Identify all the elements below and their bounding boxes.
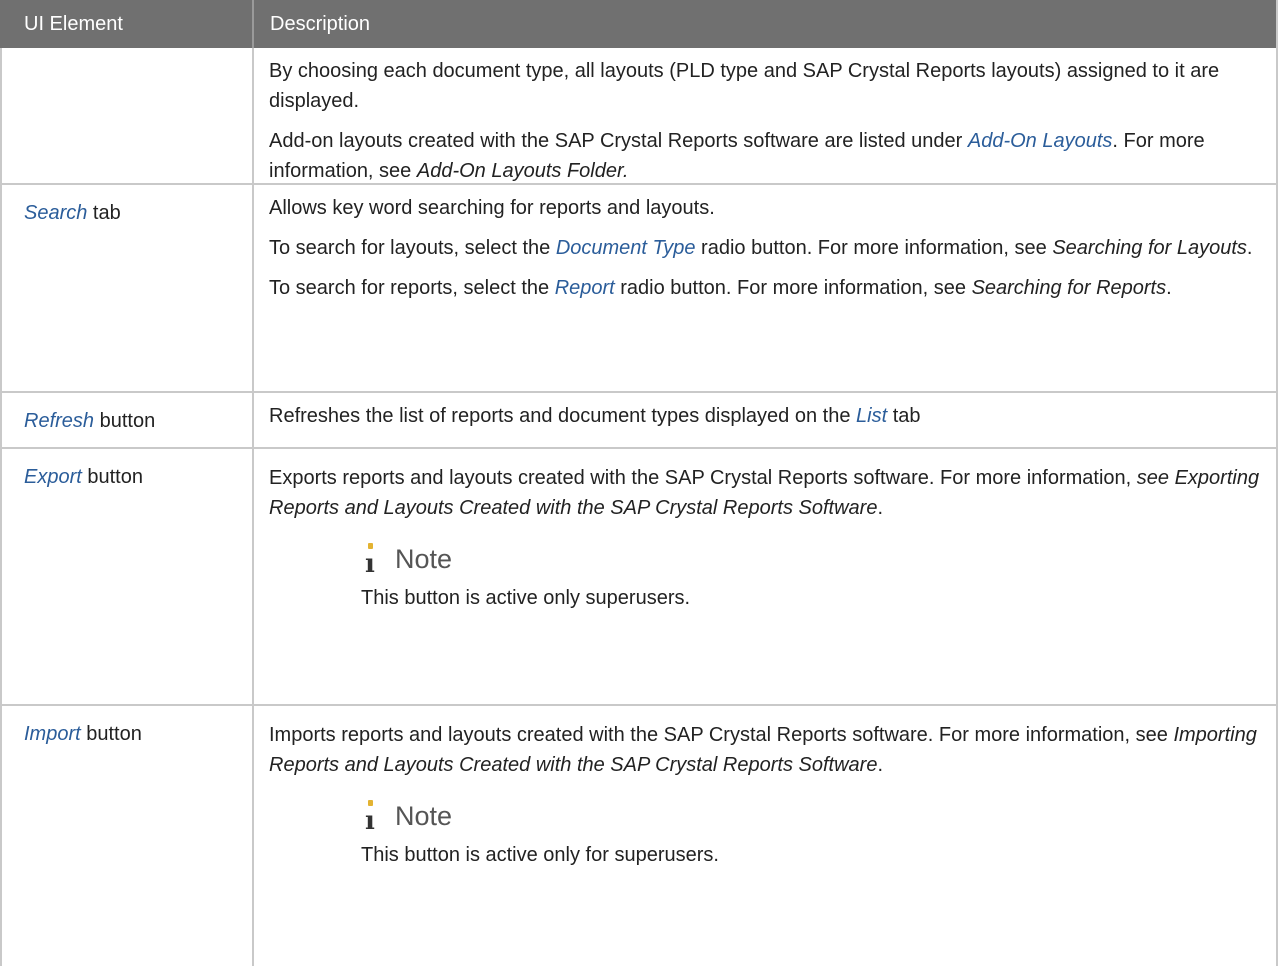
note-title: Note bbox=[395, 544, 453, 574]
table-header: UI Element Description bbox=[0, 0, 1276, 48]
description-text: To search for reports, select the Report… bbox=[269, 277, 1172, 299]
ui-element-cell: Search tab bbox=[0, 185, 254, 391]
report-link[interactable]: Report bbox=[555, 277, 615, 299]
table-row: Import button Imports reports and layout… bbox=[0, 706, 1276, 966]
export-button-link[interactable]: Export bbox=[24, 466, 82, 488]
ui-element-cell: Import button bbox=[0, 706, 254, 966]
table-row: Export button Exports reports and layout… bbox=[0, 449, 1276, 706]
note-text: This button is active only for superuser… bbox=[361, 844, 719, 866]
table-row: Refresh button Refreshes the list of rep… bbox=[0, 393, 1276, 449]
description-cell: Refreshes the list of reports and docume… bbox=[254, 393, 1276, 447]
table-row: Search tab Allows key word searching for… bbox=[0, 185, 1276, 393]
search-tab-link[interactable]: Search bbox=[24, 202, 87, 224]
note-title: Note bbox=[395, 801, 453, 831]
note-block: ı Note This button is active only superu… bbox=[361, 533, 1262, 613]
list-tab-link[interactable]: List bbox=[856, 405, 887, 427]
add-on-layouts-folder-ref: Add-On Layouts Folder. bbox=[416, 160, 629, 182]
document-type-link[interactable]: Document Type bbox=[556, 237, 696, 259]
description-text: Add-on layouts created with the SAP Crys… bbox=[269, 130, 1205, 182]
description-text: To search for layouts, select the Docume… bbox=[269, 237, 1253, 259]
description-cell: Imports reports and layouts created with… bbox=[254, 706, 1276, 966]
ui-element-cell: Refresh button bbox=[0, 393, 254, 447]
description-text: Allows key word searching for reports an… bbox=[269, 197, 715, 219]
description-text: Exports reports and layouts created with… bbox=[269, 467, 1260, 519]
ui-element-cell: Export button bbox=[0, 449, 254, 704]
info-i-icon: ı bbox=[361, 543, 381, 577]
import-button-link[interactable]: Import bbox=[24, 723, 81, 745]
description-cell: By choosing each document type, all layo… bbox=[254, 48, 1276, 183]
description-text: By choosing each document type, all layo… bbox=[269, 60, 1220, 112]
note-block: ı Note This button is active only for su… bbox=[361, 790, 1262, 870]
ui-element-cell bbox=[0, 48, 254, 183]
description-text: Imports reports and layouts created with… bbox=[269, 724, 1257, 776]
refresh-button-link[interactable]: Refresh bbox=[24, 410, 94, 432]
searching-for-layouts-ref: Searching for Layouts bbox=[1052, 237, 1247, 259]
description-cell: Exports reports and layouts created with… bbox=[254, 449, 1276, 704]
header-description: Description bbox=[270, 12, 371, 35]
info-i-icon: ı bbox=[361, 800, 381, 834]
header-ui-element: UI Element bbox=[0, 0, 254, 48]
description-cell: Allows key word searching for reports an… bbox=[254, 185, 1276, 391]
note-text: This button is active only superusers. bbox=[361, 587, 691, 609]
description-text: Refreshes the list of reports and docume… bbox=[269, 405, 921, 427]
ui-element-table: UI Element Description By choosing each … bbox=[0, 0, 1278, 966]
searching-for-reports-ref: Searching for Reports bbox=[971, 277, 1167, 299]
table-row: By choosing each document type, all layo… bbox=[0, 48, 1276, 185]
add-on-layouts-link[interactable]: Add-On Layouts bbox=[968, 130, 1113, 152]
